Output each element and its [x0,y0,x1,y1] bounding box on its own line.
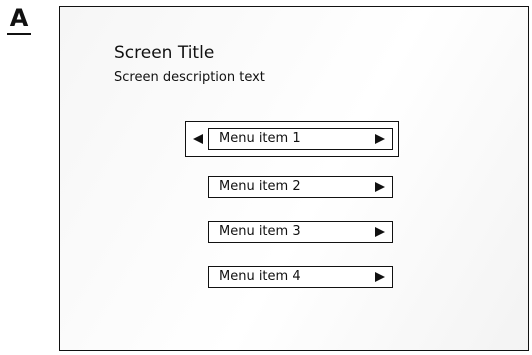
arrow-left-icon[interactable] [193,134,203,144]
figure-label-underline [7,33,31,35]
arrow-right-icon[interactable] [375,227,385,237]
arrow-right-icon[interactable] [375,272,385,282]
arrow-right-icon[interactable] [375,182,385,192]
screen-frame: Screen Title Screen description text Men… [59,6,529,351]
figure-label: A [6,4,32,35]
menu-list: Menu item 1 Menu item 2 Menu item 3 Menu… [60,7,528,350]
menu-item-label: Menu item 3 [219,224,301,239]
menu-item-2[interactable]: Menu item 2 [208,176,393,198]
menu-item-3[interactable]: Menu item 3 [208,221,393,243]
menu-item-1[interactable]: Menu item 1 [208,128,393,150]
figure-label-text: A [9,4,29,32]
menu-item-label: Menu item 4 [219,269,301,284]
arrow-right-icon[interactable] [375,134,385,144]
menu-item-selected-frame[interactable]: Menu item 1 [185,121,399,157]
menu-item-label: Menu item 1 [219,131,301,146]
menu-item-4[interactable]: Menu item 4 [208,266,393,288]
page: A Screen Title Screen description text M… [0,0,532,355]
menu-item-label: Menu item 2 [219,179,301,194]
